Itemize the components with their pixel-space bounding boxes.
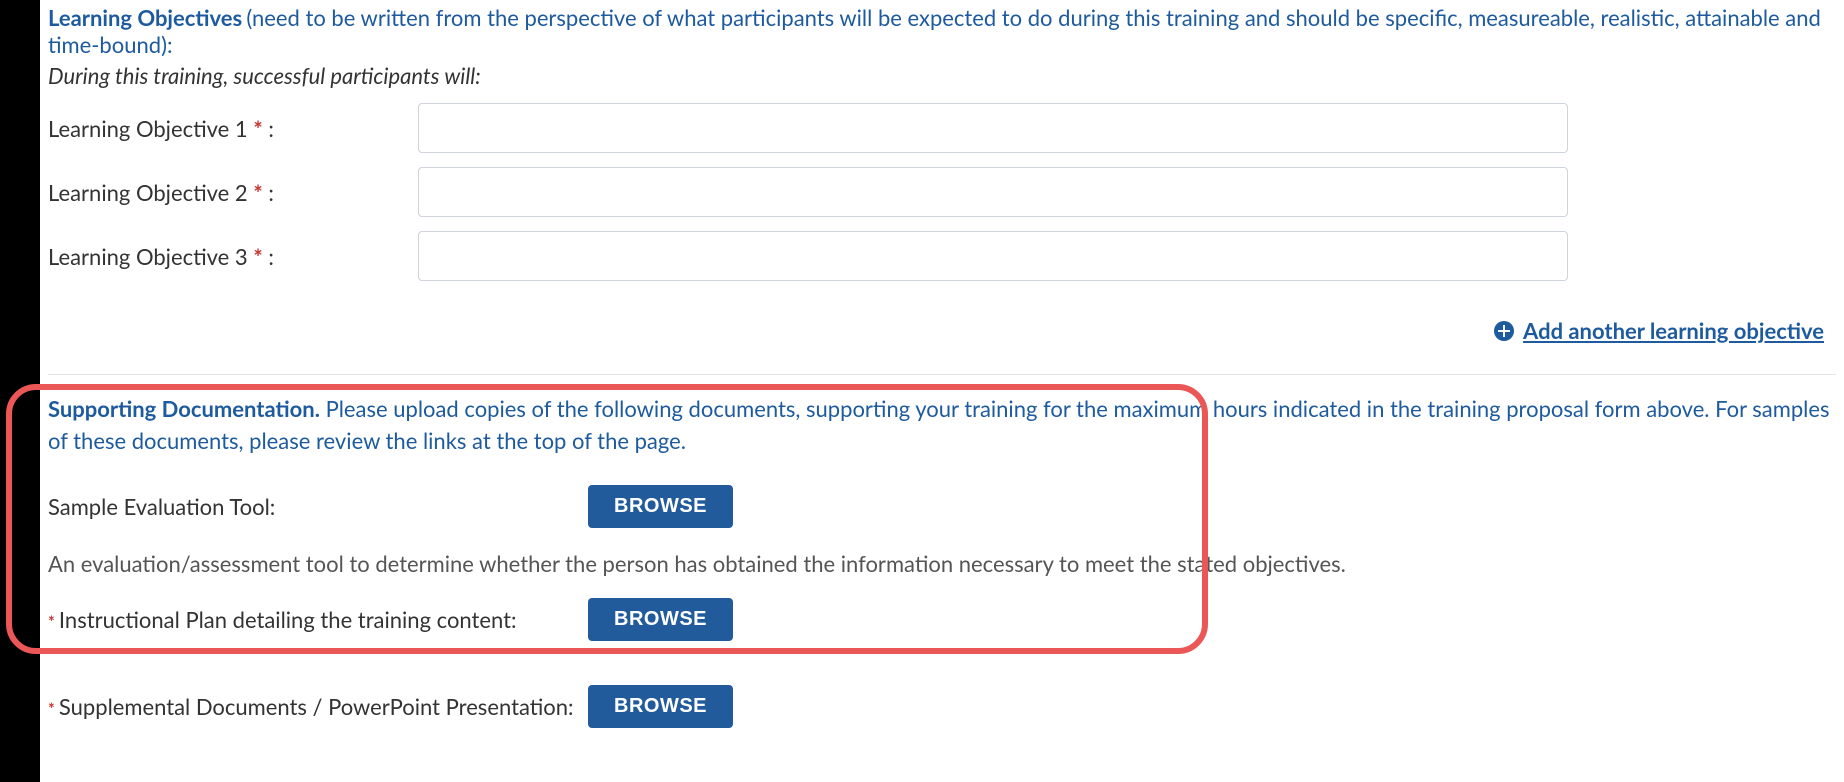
required-marker: * xyxy=(253,243,262,270)
add-learning-objective-label: Add another learning objective xyxy=(1523,317,1824,344)
instructional-plan-label: Instructional Plan detailing the trainin… xyxy=(59,606,517,633)
section-divider xyxy=(48,374,1836,375)
sample-evaluation-tool-label: Sample Evaluation Tool: xyxy=(48,493,275,520)
learning-objectives-note: During this training, successful partici… xyxy=(48,62,1836,89)
required-marker: * xyxy=(48,613,55,632)
supplemental-docs-browse-button[interactable]: BROWSE xyxy=(588,685,733,728)
learning-objectives-title: Learning Objectives xyxy=(48,4,242,31)
learning-objective-3-label: Learning Objective 3 * : xyxy=(48,243,418,270)
learning-objective-2-input[interactable] xyxy=(418,167,1568,217)
required-marker: * xyxy=(253,179,262,206)
supporting-doc-title: Supporting Documentation. xyxy=(48,395,320,422)
evaluation-helper-text: An evaluation/assessment tool to determi… xyxy=(48,550,1836,579)
learning-objectives-desc-text: (need to be written from the perspective… xyxy=(48,4,1821,58)
learning-objective-3-input[interactable] xyxy=(418,231,1568,281)
learning-objective-1-input[interactable] xyxy=(418,103,1568,153)
learning-objective-row-1: Learning Objective 1 * : xyxy=(48,103,1836,153)
instructional-plan-browse-button[interactable]: BROWSE xyxy=(588,598,733,641)
learning-objective-row-3: Learning Objective 3 * : xyxy=(48,231,1836,281)
sample-evaluation-browse-button[interactable]: BROWSE xyxy=(588,485,733,528)
supplemental-docs-label: Supplemental Documents / PowerPoint Pres… xyxy=(59,693,574,720)
learning-objective-row-2: Learning Objective 2 * : xyxy=(48,167,1836,217)
required-marker: * xyxy=(253,115,262,142)
add-learning-objective-link[interactable]: Add another learning objective xyxy=(1493,317,1824,344)
plus-circle-icon xyxy=(1493,320,1515,342)
learning-objective-1-label: Learning Objective 1 * : xyxy=(48,115,418,142)
learning-objective-2-label: Learning Objective 2 * : xyxy=(48,179,418,206)
required-marker: * xyxy=(48,700,55,719)
